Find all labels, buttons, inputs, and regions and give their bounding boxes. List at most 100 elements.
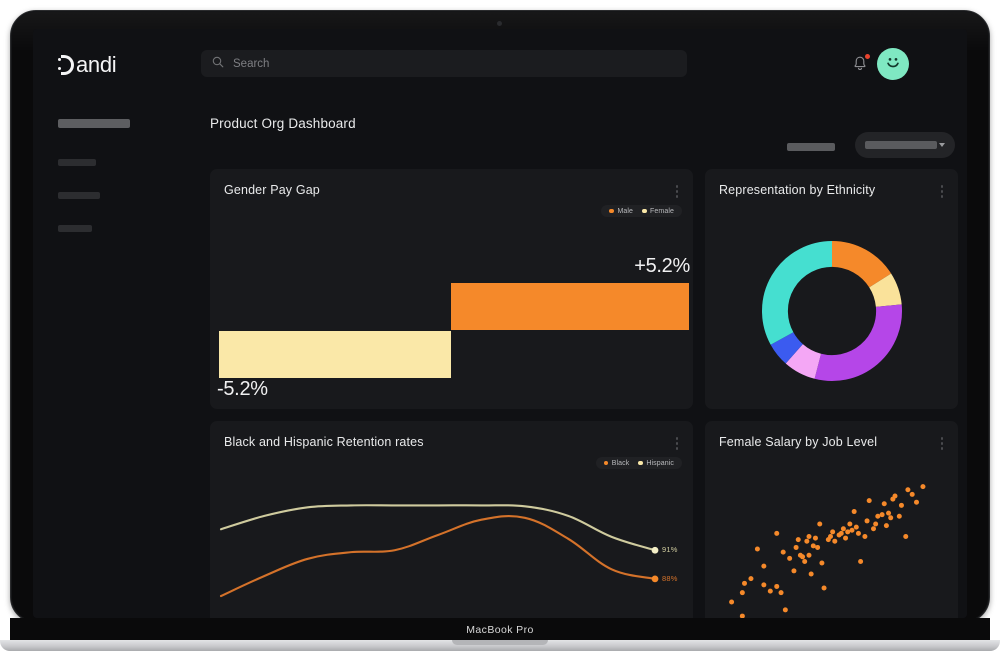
legend-swatch <box>609 208 614 214</box>
sidebar-item-2[interactable] <box>58 159 96 166</box>
scatter-point[interactable] <box>873 521 879 527</box>
search-input[interactable] <box>233 57 676 70</box>
sidebar-item-4[interactable] <box>58 225 92 232</box>
line-end-label-black: 88% <box>662 573 678 583</box>
scatter-point[interactable] <box>782 607 788 613</box>
card-retention-rates[interactable]: Black and Hispanic Retention rates Black… <box>210 421 693 618</box>
more-options-icon[interactable] <box>674 183 681 200</box>
donut-segment[interactable] <box>785 343 822 379</box>
donut-segment[interactable] <box>761 241 833 345</box>
scatter-chart-svg[interactable] <box>705 457 958 618</box>
line-series-hispanic[interactable] <box>219 504 657 552</box>
notifications-button[interactable] <box>851 54 870 73</box>
scatter-point[interactable] <box>862 534 868 540</box>
search-bar[interactable] <box>201 50 687 77</box>
scatter-point[interactable] <box>821 585 827 591</box>
scatter-point[interactable] <box>892 493 898 499</box>
scatter-point[interactable] <box>896 513 902 519</box>
donut-segment[interactable] <box>830 241 891 288</box>
scatter-point[interactable] <box>866 498 872 504</box>
scatter-point[interactable] <box>815 544 821 550</box>
line-series-black[interactable] <box>219 515 657 598</box>
scatter-point[interactable] <box>812 535 818 541</box>
avatar[interactable] <box>877 48 909 80</box>
scatter-point[interactable] <box>914 499 919 505</box>
scatter-point[interactable] <box>774 530 780 536</box>
scatter-point[interactable] <box>875 513 881 519</box>
scatter-point[interactable] <box>806 552 812 558</box>
scatter-point[interactable] <box>729 599 735 605</box>
line-endpoint-dot[interactable] <box>651 575 659 583</box>
scatter-point[interactable] <box>828 534 833 540</box>
card-female-salary-by-job-level[interactable]: Female Salary by Job Level <box>705 421 958 618</box>
scatter-point[interactable] <box>883 523 889 529</box>
scatter-point[interactable] <box>879 512 885 518</box>
more-options-icon[interactable] <box>674 435 681 452</box>
scatter-point[interactable] <box>840 526 846 532</box>
scatter-point[interactable] <box>819 560 825 566</box>
donut-segment[interactable] <box>770 331 803 364</box>
bar-chart: +5.2% -5.2% <box>210 227 693 409</box>
scatter-point[interactable] <box>761 582 767 588</box>
filter-dropdown[interactable] <box>855 132 955 158</box>
bar-female[interactable] <box>219 331 451 378</box>
scatter-point[interactable] <box>748 576 754 582</box>
scatter-point[interactable] <box>853 524 859 530</box>
scatter-point[interactable] <box>886 510 892 516</box>
scatter-point[interactable] <box>898 502 904 508</box>
scatter-point[interactable] <box>800 554 806 560</box>
scatter-point[interactable] <box>871 526 876 532</box>
scatter-point[interactable] <box>817 521 823 527</box>
scatter-point[interactable] <box>787 555 793 561</box>
scatter-point[interactable] <box>774 583 780 589</box>
scatter-point[interactable] <box>795 537 801 543</box>
donut-segment[interactable] <box>868 273 902 308</box>
scatter-point[interactable] <box>806 534 812 540</box>
scatter-point[interactable] <box>903 534 909 540</box>
scatter-point[interactable] <box>858 558 864 564</box>
sidebar-item-1[interactable] <box>58 119 130 128</box>
scatter-point[interactable] <box>780 549 786 555</box>
card-representation-by-ethnicity[interactable]: Representation by Ethnicity <box>705 169 958 409</box>
line-chart-svg[interactable] <box>210 477 693 618</box>
scatter-point[interactable] <box>888 515 894 521</box>
scatter-point[interactable] <box>881 501 887 507</box>
scatter-point[interactable] <box>843 535 849 541</box>
scatter-point[interactable] <box>767 588 773 594</box>
scatter-point[interactable] <box>849 527 855 533</box>
scatter-point[interactable] <box>832 538 838 544</box>
scatter-point[interactable] <box>808 571 814 577</box>
dandi-logo[interactable]: andi <box>58 52 117 78</box>
scatter-point[interactable] <box>742 580 747 586</box>
scatter-point[interactable] <box>761 563 767 569</box>
scatter-point[interactable] <box>739 590 745 596</box>
bar-male[interactable] <box>451 283 689 330</box>
scatter-point[interactable] <box>804 538 810 544</box>
scatter-point[interactable] <box>802 558 808 564</box>
scatter-point[interactable] <box>864 518 870 524</box>
scatter-point[interactable] <box>847 521 853 527</box>
sidebar-item-3[interactable] <box>58 192 100 199</box>
more-options-icon[interactable] <box>939 183 946 200</box>
scatter-point[interactable] <box>830 529 836 535</box>
scatter-point[interactable] <box>793 544 799 550</box>
scatter-point[interactable] <box>810 543 816 549</box>
scatter-point[interactable] <box>838 530 844 536</box>
scatter-point[interactable] <box>791 568 797 574</box>
logo-wordmark: andi <box>76 52 117 77</box>
scatter-point[interactable] <box>909 491 915 497</box>
scatter-point[interactable] <box>754 546 760 552</box>
scatter-point[interactable] <box>778 590 784 596</box>
scatter-point[interactable] <box>845 529 851 535</box>
card-gender-pay-gap[interactable]: Gender Pay Gap Male Female +5.2% -5.2% <box>210 169 693 409</box>
line-endpoint-dot[interactable] <box>651 546 659 554</box>
scatter-point[interactable] <box>905 487 911 493</box>
donut-chart-svg[interactable] <box>756 235 908 387</box>
main-content: Product Org Dashboard Gender Pay Gap Mal… <box>201 91 967 618</box>
scatter-point[interactable] <box>920 484 926 490</box>
scatter-point[interactable] <box>855 530 861 536</box>
more-options-icon[interactable] <box>939 435 946 452</box>
scatter-point[interactable] <box>851 509 857 515</box>
donut-segment[interactable] <box>814 304 902 381</box>
date-range-selector[interactable] <box>787 143 835 151</box>
